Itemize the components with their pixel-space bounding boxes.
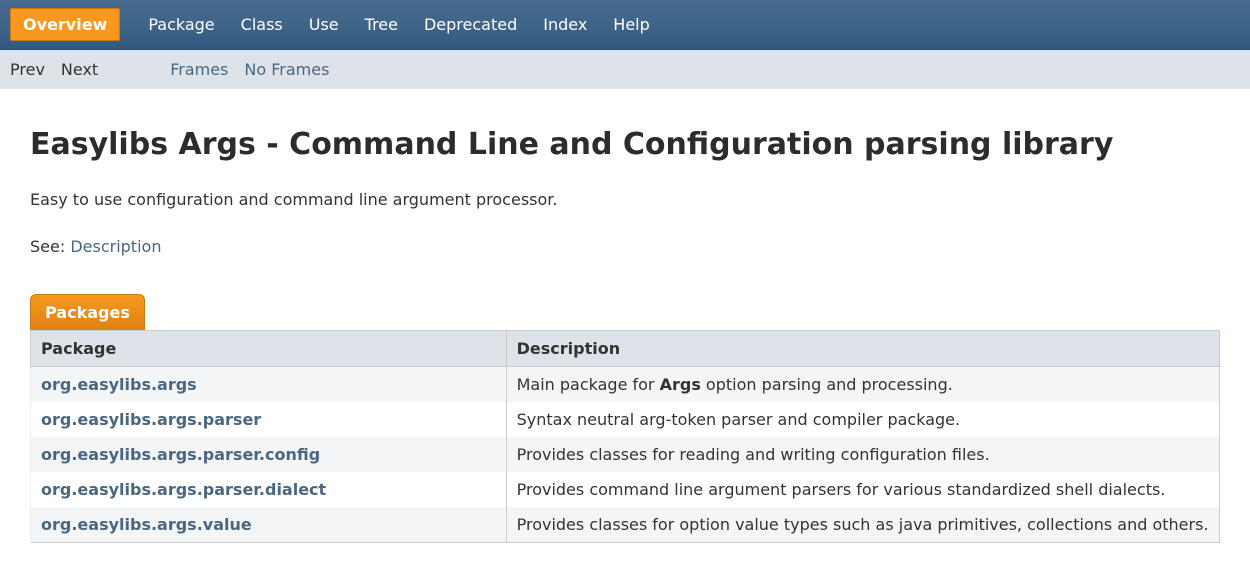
nav-help[interactable]: Help (609, 9, 653, 40)
top-nav: Overview Package Class Use Tree Deprecat… (0, 0, 1250, 50)
nav-overview[interactable]: Overview (10, 8, 120, 41)
nav-deprecated[interactable]: Deprecated (420, 9, 521, 40)
table-row: org.easylibs.args.parser.dialect Provides… (31, 472, 1220, 507)
table-row: org.easylibs.args.parser Syntax neutral a… (31, 402, 1220, 437)
col-package: Package (31, 331, 507, 367)
package-description: Provides classes for option value types … (506, 507, 1219, 543)
nav-noframes[interactable]: No Frames (244, 60, 329, 79)
see-line: See: Description (30, 237, 1220, 256)
nav-frames[interactable]: Frames (170, 60, 228, 79)
nav-package[interactable]: Package (144, 9, 218, 40)
main-content: Easylibs Args - Command Line and Configu… (0, 89, 1250, 563)
nav-class[interactable]: Class (237, 9, 287, 40)
table-row: org.easylibs.args.parser.config Provides … (31, 437, 1220, 472)
package-description: Main package for Args option parsing and… (506, 367, 1219, 403)
package-link[interactable]: org.easylibs.args.parser.dialect (41, 480, 326, 499)
nav-use[interactable]: Use (305, 9, 343, 40)
nav-prev: Prev (10, 60, 45, 79)
table-row: org.easylibs.args.value Provides classes … (31, 507, 1220, 543)
nav-tree[interactable]: Tree (361, 9, 402, 40)
table-caption: Packages (30, 294, 145, 330)
sub-nav: Prev Next Frames No Frames (0, 50, 1250, 89)
nav-next: Next (61, 60, 98, 79)
package-link[interactable]: org.easylibs.args.parser (41, 410, 261, 429)
package-description: Provides command line argument parsers f… (506, 472, 1219, 507)
packages-table: Package Description org.easylibs.args Mai… (30, 330, 1220, 543)
package-description: Provides classes for reading and writing… (506, 437, 1219, 472)
page-title: Easylibs Args - Command Line and Configu… (30, 127, 1220, 162)
package-link[interactable]: org.easylibs.args.value (41, 515, 252, 534)
table-row: org.easylibs.args Main package for Args o… (31, 367, 1220, 403)
package-description: Syntax neutral arg-token parser and comp… (506, 402, 1219, 437)
intro-text: Easy to use configuration and command li… (30, 190, 1220, 209)
col-description: Description (506, 331, 1219, 367)
see-description-link[interactable]: Description (70, 237, 161, 256)
see-label: See: (30, 237, 70, 256)
package-link[interactable]: org.easylibs.args (41, 375, 197, 394)
package-link[interactable]: org.easylibs.args.parser.config (41, 445, 320, 464)
nav-index[interactable]: Index (539, 9, 591, 40)
